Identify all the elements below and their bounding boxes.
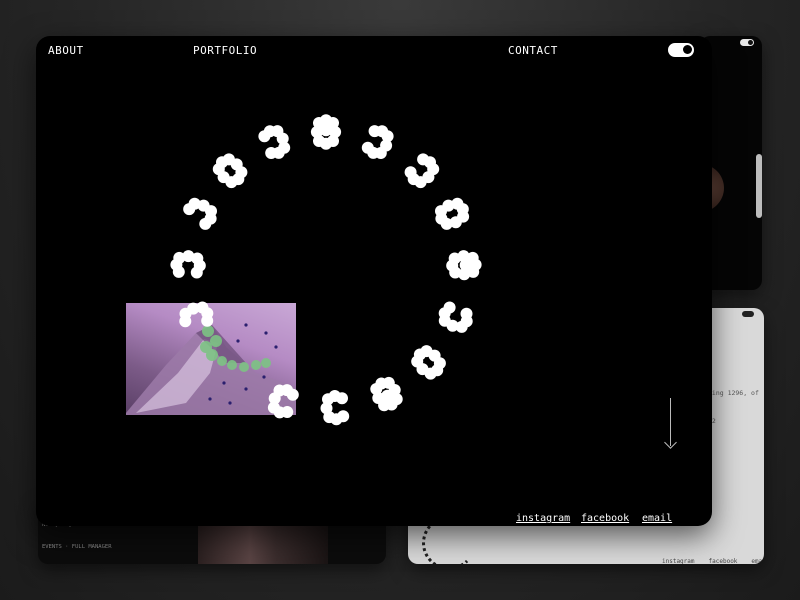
letter-dot	[172, 265, 185, 278]
letter-dot	[442, 199, 455, 212]
facebook-link[interactable]: facebook	[581, 513, 629, 524]
circular-name-logo	[170, 114, 482, 426]
instagram-link[interactable]: instagram	[516, 513, 570, 524]
letter-dot	[428, 349, 441, 362]
mini-toggle	[740, 39, 754, 46]
mini-link-instagram: instagram	[662, 558, 695, 564]
letter-dot	[460, 307, 473, 320]
letter-dot	[337, 410, 350, 423]
letter-dot	[217, 171, 230, 184]
letter-dot	[368, 125, 381, 138]
background-text: ding 1296, of X2	[708, 389, 759, 425]
scrollbar	[756, 154, 762, 218]
letter-dot	[179, 315, 192, 328]
letter-dot	[183, 203, 196, 216]
mini-social-links: instagram facebook email	[662, 558, 764, 564]
email-link[interactable]: email	[642, 513, 672, 524]
background-photo	[198, 520, 328, 564]
letter-dot	[320, 124, 332, 137]
dotted-letter-ring	[170, 114, 482, 426]
letter-dot	[417, 153, 430, 166]
main-window: ABOUT PORTFOLIO CONTACT instagram facebo…	[36, 36, 712, 526]
letter-dot	[258, 130, 271, 143]
mini-toggle	[742, 311, 754, 317]
letter-dot	[381, 389, 394, 402]
mini-link-email: email	[751, 558, 764, 564]
scroll-down-arrow-icon[interactable]	[664, 398, 678, 450]
letter-dot	[281, 406, 294, 418]
mini-link-facebook: facebook	[708, 558, 738, 564]
background-text: Notty-enj.eek. EVENTS · FULL MANAGER LIF…	[42, 522, 112, 550]
letter-dot	[459, 259, 472, 272]
